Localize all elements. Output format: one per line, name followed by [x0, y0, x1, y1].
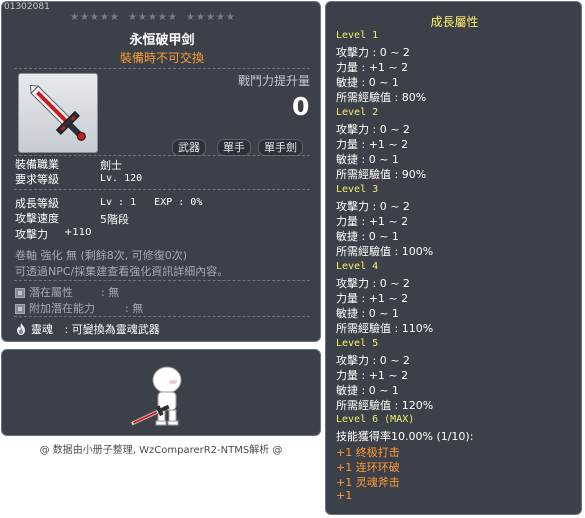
growth-stat-line: 力量 : +1 ~ 2: [336, 215, 409, 228]
star-group: ★★★★★: [186, 12, 236, 23]
bonus-potential-value: : 無: [125, 302, 144, 315]
potential-label: 潛在屬性: [29, 286, 73, 299]
power-increase-value: 0: [292, 92, 310, 121]
star-group: ★★★★★: [128, 12, 178, 23]
growth-stat-line: 攻擊力 : 0 ~ 2: [336, 354, 410, 367]
growth-attributes-panel: 成長屬性 Level 1 攻擊力 : 0 ~ 2 力量 : +1 ~ 2 敏捷 …: [325, 1, 582, 515]
skill-entry: +1: [336, 489, 353, 502]
soul-value: : 可變換為靈魂武器: [64, 323, 160, 336]
attack-speed-label: 攻擊速度: [15, 212, 59, 225]
growth-stat-line: 敏捷 : 0 ~ 1: [336, 153, 399, 166]
growth-stat-line: 力量 : +1 ~ 2: [336, 292, 409, 305]
tag-one-handed: 單手: [217, 139, 251, 156]
potential-row: 潛在屬性 : 無: [15, 284, 119, 300]
growth-stat-line: 所需經驗值 : 100%: [336, 245, 434, 258]
growth-stat-line: 攻擊力 : 0 ~ 2: [336, 123, 410, 136]
character-preview-panel: [1, 349, 321, 436]
growth-stat-line: 所需經驗值 : 120%: [336, 399, 434, 412]
growth-level-label: 成長等級: [15, 197, 59, 210]
star-group: ★★★★★: [70, 12, 120, 23]
attack-speed-value: 5階段: [100, 213, 129, 226]
growth-stat-line: 敏捷 : 0 ~ 1: [336, 384, 399, 397]
growth-level-header: Level 2: [336, 107, 379, 118]
growth-stat-line: 力量 : +1 ~ 2: [336, 138, 409, 151]
soul-label: 靈魂: [31, 323, 53, 336]
skill-entry: +1 终极打击: [336, 446, 400, 459]
attack-label: 攻擊力: [15, 228, 48, 241]
skill-rate-line: 技能獲得率10.00% (1/10):: [336, 430, 474, 443]
growth-title: 成長屬性: [430, 15, 479, 29]
growth-level-header-max: Level 6 (MAX): [336, 414, 415, 425]
growth-stat-line: 所需經驗值 : 80%: [336, 91, 427, 104]
power-increase-label: 戰鬥力提升量: [238, 74, 311, 88]
potential-value: : 無: [101, 286, 120, 299]
divider: [14, 68, 310, 69]
growth-stat-line: 攻擊力 : 0 ~ 2: [336, 46, 410, 59]
skill-entry: +1 灵魂斧击: [336, 476, 400, 489]
growth-stat-line: 攻擊力 : 0 ~ 2: [336, 200, 410, 213]
growth-stat-line: 敏捷 : 0 ~ 1: [336, 76, 399, 89]
growth-level-header: Level 1: [336, 30, 379, 41]
character-avatar: [130, 366, 182, 427]
tag-weapon: 武器: [172, 139, 206, 156]
item-name: 永恒破甲剑: [129, 33, 195, 48]
growth-level-header: Level 5: [336, 338, 379, 349]
req-level-label: 要求等級: [15, 173, 59, 186]
growth-stat-line: 敏捷 : 0 ~ 1: [336, 307, 399, 320]
tag-one-handed-sword: 單手劍: [258, 139, 303, 156]
growth-stat-line: 力量 : +1 ~ 2: [336, 61, 409, 74]
growth-stat-line: 敏捷 : 0 ~ 1: [336, 230, 399, 243]
sword-icon: [29, 84, 86, 141]
divider: [14, 316, 310, 317]
bonus-potential-row: 附加潛在能力 : 無: [15, 300, 143, 316]
star-force-row: ★★★★★ ★★★★★ ★★★★★: [70, 12, 240, 23]
growth-level-header: Level 4: [336, 261, 379, 272]
job-value: 劍士: [100, 159, 122, 172]
growth-stat-line: 所需經驗值 : 90%: [336, 168, 427, 181]
growth-stat-line: 攻擊力 : 0 ~ 2: [336, 277, 410, 290]
growth-stat-line: 力量 : +1 ~ 2: [336, 369, 409, 382]
soul-row: 靈魂 : 可變換為靈魂武器: [15, 321, 160, 337]
growth-level-header: Level 3: [336, 184, 379, 195]
req-level-value: Lv. 120: [100, 173, 143, 184]
skill-entry: +1 连环环破: [336, 461, 400, 474]
job-label: 裝備職業: [15, 158, 59, 171]
divider: [14, 280, 310, 281]
item-icon-frame[interactable]: [18, 73, 98, 153]
growth-stat-line: 所需經驗值 : 110%: [336, 322, 434, 335]
item-tooltip: 01302081 ★★★★★ ★★★★★ ★★★★★ 永恒破甲剑 裝備時不可交換…: [1, 1, 321, 342]
potential-icon: [15, 288, 25, 298]
scroll-enhance-info: 卷軸 強化 無 (剩餘8次, 可修復0次): [15, 249, 188, 262]
item-id: 01302081: [4, 2, 50, 12]
soul-flame-icon: [17, 323, 25, 335]
bonus-potential-label: 附加潛在能力: [29, 302, 95, 315]
enhance-info-note: 可透過NPC/採集建查看強化資訊詳細內容。: [15, 265, 229, 278]
growth-level-value: Lv : 1 EXP : 0%: [100, 197, 203, 208]
divider: [14, 189, 310, 190]
credit-footer: @ 数据由小册子整理, WzComparerR2-NTMS解析 @: [39, 445, 283, 456]
bonus-potential-icon: [15, 304, 25, 314]
trade-restriction: 裝備時不可交換: [119, 51, 204, 65]
attack-value: +110: [64, 227, 92, 238]
